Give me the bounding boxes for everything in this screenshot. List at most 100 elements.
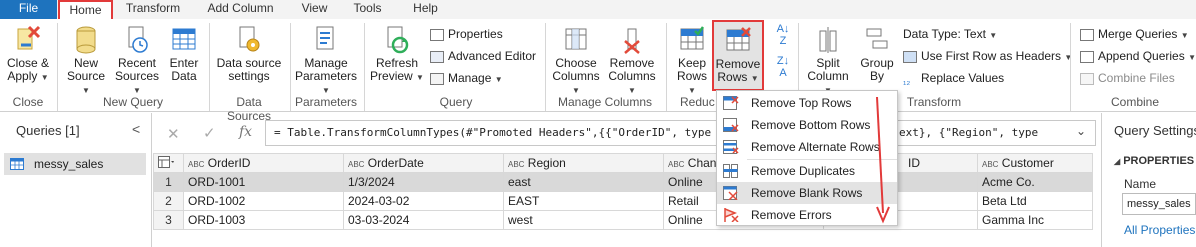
collapse-pane-button[interactable]: <	[132, 121, 140, 137]
remove-alternate-rows-icon	[723, 140, 739, 154]
new-source-button[interactable]: New Source ▼	[62, 25, 110, 97]
menu-item-remove-duplicates[interactable]: Remove Duplicates	[717, 160, 897, 182]
advanced-editor-button[interactable]: Advanced Editor	[430, 47, 536, 65]
table-header-row: ABC OrderID ABC OrderDate ABC Region ABC…	[153, 153, 1093, 173]
column-header-customer[interactable]: ABC Customer	[977, 153, 1093, 173]
recent-sources-label-2: Sources	[114, 69, 160, 83]
remove-columns-button[interactable]: Remove Columns ▼	[604, 25, 660, 97]
data-source-settings-button[interactable]: Data source settings	[213, 25, 285, 83]
table-cell[interactable]: east	[503, 172, 664, 192]
remove-bottom-rows-icon	[723, 118, 739, 132]
all-properties-link[interactable]: All Properties	[1124, 223, 1195, 237]
data-source-settings-icon	[239, 26, 260, 52]
menu-item-remove-bottom-rows[interactable]: Remove Bottom Rows	[717, 114, 897, 136]
table-cell[interactable]: ORD-1003	[183, 210, 344, 230]
expand-formula-icon[interactable]: ⌄	[1076, 124, 1086, 138]
table-cell[interactable]: west	[503, 210, 664, 230]
remove-duplicates-icon	[723, 164, 738, 178]
menu-item-label: Remove Top Rows	[751, 96, 852, 110]
preview-table: ABC OrderID ABC OrderDate ABC Region ABC…	[153, 153, 1093, 230]
keep-rows-button[interactable]: Keep Rows ▼	[672, 25, 712, 97]
tab-view[interactable]: View	[292, 0, 337, 19]
close-apply-button[interactable]: Close & Apply ▼	[4, 25, 52, 84]
remove-errors-icon	[724, 208, 739, 222]
table-row[interactable]: 3 ORD-1003 03-03-2024 west Online CUS003…	[153, 210, 1093, 230]
menu-item-remove-top-rows[interactable]: Remove Top Rows	[717, 92, 897, 114]
table-menu-button[interactable]	[153, 153, 184, 173]
cancel-formula-button[interactable]: ✕	[167, 125, 180, 143]
remove-rows-button[interactable]: Remove Rows ▼	[712, 20, 764, 91]
properties-section-header: ◢ PROPERTIES	[1114, 155, 1194, 167]
tab-file[interactable]: File	[0, 0, 57, 19]
tab-home[interactable]: Home	[58, 0, 113, 19]
new-source-icon	[76, 26, 96, 54]
table-row[interactable]: 1 ORD-1001 1/3/2024 east Online Acme Co.	[153, 172, 1093, 192]
table-row[interactable]: 2 ORD-1002 2024-03-02 EAST Retail Beta L…	[153, 191, 1093, 211]
data-type-dropdown[interactable]: Data Type: Text ▼	[903, 25, 997, 43]
replace-values-icon: ₁₂	[903, 75, 911, 87]
append-queries-button[interactable]: Append Queries ▼	[1080, 47, 1196, 65]
column-header-region[interactable]: ABC Region	[503, 153, 664, 173]
tab-help[interactable]: Help	[403, 0, 448, 19]
queries-pane: Queries [1] < messy_sales	[0, 113, 152, 247]
manage-parameters-label-2: Parameters	[294, 69, 358, 83]
table-cell[interactable]: Acme Co.	[977, 172, 1093, 192]
formula-input[interactable]: = Table.TransformColumnTypes(#"Promoted …	[265, 120, 1096, 146]
table-cell[interactable]: 2024-03-02	[343, 191, 504, 211]
query-item-label: messy_sales	[34, 157, 104, 171]
close-apply-label-2: Apply	[7, 69, 38, 83]
choose-columns-button[interactable]: Choose Columns ▼	[549, 25, 603, 97]
column-header-label: OrderDate	[367, 156, 424, 170]
refresh-preview-button[interactable]: Refresh Preview ▼	[370, 25, 424, 84]
recent-sources-button[interactable]: Recent Sources ▼	[112, 25, 162, 97]
confirm-formula-button[interactable]: ✓	[203, 124, 216, 142]
column-header-orderid[interactable]: ABC OrderID	[183, 153, 344, 173]
table-cell[interactable]: EAST	[503, 191, 664, 211]
queries-title: Queries [1]	[16, 123, 80, 138]
menu-item-remove-errors[interactable]: Remove Errors	[717, 204, 897, 226]
enter-data-button[interactable]: Enter Data	[165, 25, 203, 83]
table-cell[interactable]: 03-03-2024	[343, 210, 504, 230]
group-divider	[364, 23, 365, 111]
row-number: 2	[153, 191, 184, 211]
table-cell[interactable]: Beta Ltd	[977, 191, 1093, 211]
group-by-icon	[866, 28, 888, 49]
query-settings-pane: Query Settings ◢ PROPERTIES Name messy_s…	[1101, 113, 1196, 247]
combine-files-button[interactable]: Combine Files	[1080, 69, 1175, 87]
merge-queries-button[interactable]: Merge Queries ▼	[1080, 25, 1189, 43]
group-by-button[interactable]: Group By	[857, 25, 897, 83]
query-name-input[interactable]: messy_sales	[1122, 193, 1196, 215]
sort-buttons[interactable]: A↓ Z Z↓ A	[772, 23, 794, 79]
column-header-orderdate[interactable]: ABC OrderDate	[343, 153, 504, 173]
tab-transform[interactable]: Transform	[118, 0, 188, 19]
query-item-messy-sales[interactable]: messy_sales	[4, 153, 146, 175]
replace-values-button[interactable]: ₁₂ Replace Values	[903, 69, 1004, 87]
menu-item-label: Remove Blank Rows	[751, 186, 863, 200]
use-first-row-button[interactable]: Use First Row as Headers ▼	[903, 47, 1072, 65]
formula-text-right: ext}, {"Region", type	[899, 126, 1039, 139]
table-cell[interactable]: Gamma Inc	[977, 210, 1093, 230]
tab-add-column[interactable]: Add Column	[198, 0, 283, 19]
chevron-down-icon: ▼	[494, 75, 503, 84]
table-icon	[10, 158, 24, 170]
choose-columns-label-2: Columns	[552, 69, 600, 83]
group-divider	[666, 23, 667, 111]
split-column-icon	[819, 27, 837, 53]
query-settings-title: Query Settings	[1114, 123, 1196, 138]
group-label-close: Close	[12, 95, 44, 109]
column-header-label: Region	[527, 156, 566, 170]
properties-icon	[430, 28, 444, 41]
menu-item-remove-alternate-rows[interactable]: Remove Alternate Rows	[717, 136, 897, 158]
split-column-button[interactable]: Split Column ▼	[803, 25, 853, 97]
table-cell[interactable]: ORD-1001	[183, 172, 344, 192]
menu-item-remove-blank-rows[interactable]: Remove Blank Rows	[717, 182, 897, 204]
tab-tools[interactable]: Tools	[345, 0, 390, 19]
table-icon	[158, 155, 174, 168]
manage-parameters-button[interactable]: Manage Parameters ▼	[293, 25, 359, 97]
properties-button[interactable]: Properties	[430, 25, 503, 43]
table-cell[interactable]: ORD-1002	[183, 191, 344, 211]
text-type-icon: ABC	[982, 160, 999, 169]
append-queries-icon	[1080, 50, 1094, 63]
manage-button[interactable]: Manage ▼	[430, 69, 503, 87]
table-cell[interactable]: 1/3/2024	[343, 172, 504, 192]
